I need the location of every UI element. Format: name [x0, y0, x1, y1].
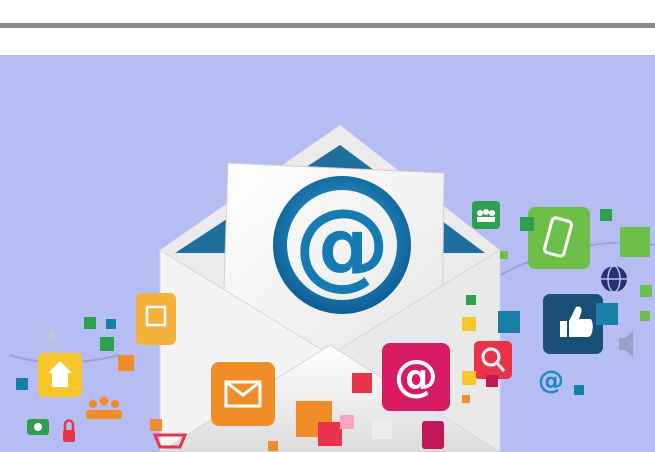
camera-icon [27, 419, 49, 435]
top-divider [0, 23, 655, 28]
at-sign-icon: @ [273, 176, 411, 314]
mobile-phone-icon [528, 207, 590, 269]
thumbs-up-icon [543, 294, 603, 354]
small-at-icon: @ [538, 366, 564, 396]
at-badge-icon: @ [382, 343, 450, 411]
search-icon [474, 341, 512, 379]
users-icon [472, 201, 500, 229]
globe-icon [601, 265, 627, 293]
illustration-canvas: @ @ @ [0, 55, 655, 452]
mail-icon [211, 362, 275, 426]
home-icon [38, 353, 82, 397]
email-marketing-illustration: @ @ @ [0, 55, 655, 452]
svg-text:@: @ [394, 351, 438, 402]
page: @ @ @ [0, 0, 655, 452]
svg-text:@: @ [294, 188, 390, 300]
